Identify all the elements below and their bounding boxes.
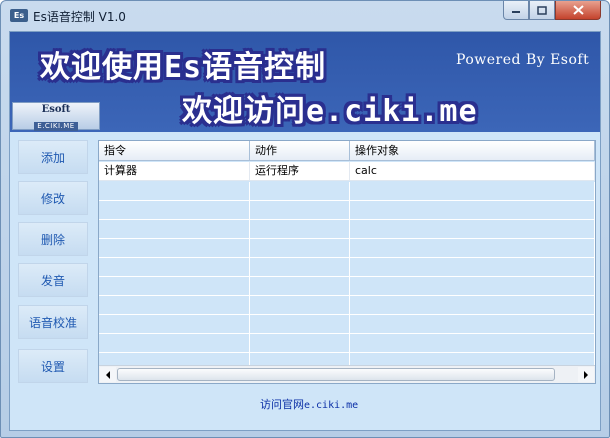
edit-button[interactable]: 修改 [18, 181, 88, 215]
empty-cell [350, 334, 595, 352]
esoft-logo: Esoft E.CIKI.ME [12, 102, 100, 131]
empty-table-row [99, 220, 595, 239]
cell-command: 计算器 [99, 162, 250, 180]
cell-target: calc [350, 162, 595, 180]
empty-cell [250, 201, 350, 219]
maximize-button[interactable] [529, 1, 555, 20]
speak-button[interactable]: 发音 [18, 263, 88, 297]
empty-cell [350, 220, 595, 238]
empty-cell [99, 315, 250, 333]
empty-cell [250, 220, 350, 238]
minimize-button[interactable] [503, 1, 529, 20]
empty-cell [99, 182, 250, 200]
banner-visit-text: 欢迎访问e.ciki.me [182, 94, 478, 129]
scroll-right-icon [584, 370, 588, 379]
add-button[interactable]: 添加 [18, 140, 88, 174]
empty-table-row [99, 334, 595, 353]
scroll-left-icon [106, 370, 110, 379]
banner: 欢迎使用Es语音控制 欢迎访问e.ciki.me Powered By Esof… [10, 32, 600, 132]
close-button[interactable] [555, 1, 601, 20]
empty-cell [99, 201, 250, 219]
empty-cell [350, 296, 595, 314]
maximize-icon [537, 5, 547, 15]
column-header-action[interactable]: 动作 [250, 141, 350, 161]
empty-cell [250, 182, 350, 200]
client-area: 欢迎使用Es语音控制 欢迎访问e.ciki.me Powered By Esof… [9, 31, 601, 431]
empty-cell [250, 277, 350, 295]
table-row[interactable]: 计算器 运行程序 calc [99, 162, 595, 181]
logo-sub-text: E.CIKI.ME [34, 122, 78, 131]
empty-table-row [99, 315, 595, 334]
cell-action: 运行程序 [250, 162, 350, 180]
window-title: Es语音控制 V1.0 [33, 10, 126, 24]
settings-button[interactable]: 设置 [18, 349, 88, 383]
empty-table-row [99, 239, 595, 258]
empty-cell [350, 258, 595, 276]
website-link-suffix: e.ciki.me [304, 400, 359, 411]
empty-cell [250, 315, 350, 333]
empty-cell [99, 277, 250, 295]
empty-cell [99, 296, 250, 314]
empty-cell [99, 239, 250, 257]
close-icon [572, 5, 584, 15]
empty-table-row [99, 277, 595, 296]
title-bar[interactable]: Es Es语音控制 V1.0 [1, 1, 609, 31]
command-table[interactable]: 指令 动作 操作对象 计算器 运行程序 calc [98, 140, 596, 384]
scroll-left-button[interactable] [100, 367, 116, 382]
horizontal-scrollbar[interactable] [99, 365, 595, 383]
app-window: Es Es语音控制 V1.0 欢迎使用Es语音控制 欢迎访问e.ciki.me … [0, 0, 610, 438]
empty-cell [350, 182, 595, 200]
scroll-right-button[interactable] [578, 367, 594, 382]
empty-cell [99, 220, 250, 238]
empty-cell [99, 258, 250, 276]
empty-table-row [99, 258, 595, 277]
empty-cell [250, 296, 350, 314]
empty-cell [250, 258, 350, 276]
empty-table-row [99, 182, 595, 201]
empty-cell [350, 315, 595, 333]
column-header-target[interactable]: 操作对象 [350, 141, 595, 161]
delete-button[interactable]: 删除 [18, 222, 88, 256]
scroll-thumb[interactable] [117, 368, 555, 381]
empty-table-row [99, 201, 595, 220]
empty-cell [250, 334, 350, 352]
website-link-prefix: 访问官网 [260, 398, 304, 411]
empty-table-row [99, 296, 595, 315]
empty-cell [350, 277, 595, 295]
empty-cell [99, 334, 250, 352]
powered-by-text: Powered By Esoft [456, 52, 590, 68]
empty-cell [250, 239, 350, 257]
website-link[interactable]: 访问官网e.ciki.me [260, 396, 358, 412]
app-icon: Es [10, 9, 28, 22]
calibrate-button[interactable]: 语音校准 [18, 305, 88, 339]
empty-cell [350, 239, 595, 257]
empty-cell [350, 201, 595, 219]
banner-welcome-text: 欢迎使用Es语音控制 [40, 50, 327, 85]
table-header: 指令 动作 操作对象 [99, 141, 595, 161]
column-header-command[interactable]: 指令 [99, 141, 250, 161]
logo-main-text: Esoft [41, 104, 71, 115]
minimize-icon [512, 11, 520, 13]
